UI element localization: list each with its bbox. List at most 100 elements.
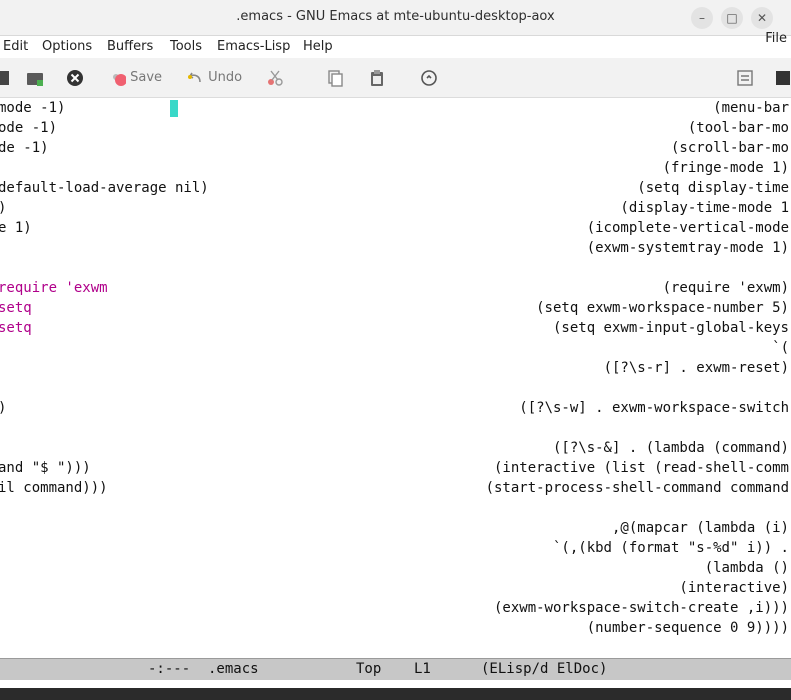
code-line-left: )	[0, 400, 6, 416]
code-line-right: ([?\s-w] . exwm-workspace-switch	[519, 400, 789, 416]
code-line-right: ,@(mapcar (lambda (i)	[611, 520, 789, 536]
search-button[interactable]	[420, 67, 438, 89]
open-file-button[interactable]	[26, 67, 44, 89]
code-line-right: (setq exwm-workspace-number 5)	[536, 300, 789, 316]
maximize-button[interactable]: □	[721, 7, 743, 29]
copy-button[interactable]	[326, 67, 344, 89]
close-buffer-button[interactable]	[66, 67, 84, 89]
help-button[interactable]	[774, 67, 791, 89]
new-file-icon	[0, 70, 9, 85]
scissors-icon	[268, 70, 283, 86]
code-line: `(,(kbd (format "s-%d" i)) .	[0, 540, 791, 560]
buffer-status: -:---	[148, 661, 191, 677]
save-icon	[113, 73, 126, 86]
menu-edit[interactable]: Edit	[3, 39, 28, 54]
code-line: ([?\s-r] . exwm-reset)	[0, 360, 791, 380]
undo-label: Undo	[208, 70, 243, 85]
code-line-left: mode -1)	[0, 100, 66, 116]
code-line: require 'exwm (require 'exwm)	[0, 280, 791, 300]
minimize-button[interactable]: –	[691, 7, 713, 29]
help-icon	[776, 70, 790, 85]
code-line: ) (display-time-mode 1	[0, 200, 791, 220]
copy-icon	[328, 69, 343, 87]
code-line-right: (exwm-workspace-switch-create ,i)))	[493, 600, 789, 616]
major-mode[interactable]: (ELisp/d ElDoc)	[481, 661, 607, 677]
code-line: default-load-average nil) (setq display-t…	[0, 180, 791, 200]
search-icon	[421, 69, 437, 86]
code-line-left: setq	[0, 300, 32, 316]
undo-icon	[187, 72, 201, 82]
buffer-position: Top	[356, 661, 382, 677]
code-line: ) ([?\s-w] . exwm-workspace-switch	[0, 400, 791, 420]
code-line-right: (interactive (list (read-shell-comm	[493, 460, 789, 476]
menu-buffers[interactable]: Buffers	[107, 39, 153, 54]
code-line-right: (lambda ()	[704, 560, 789, 576]
code-line-right: (number-sequence 0 9))))	[586, 620, 789, 636]
code-line-right: (setq display-time	[637, 180, 789, 196]
menu-file[interactable]: File	[765, 31, 787, 46]
code-line: and "$ "))) (interactive (list (read-shel…	[0, 460, 791, 480]
code-line-right: (exwm-systemtray-mode 1)	[586, 240, 789, 256]
code-line: setq (setq exwm-input-global-keys	[0, 320, 791, 340]
code-line: (lambda ()	[0, 560, 791, 580]
code-line: de -1) (scroll-bar-mo	[0, 140, 791, 160]
code-line-right: (require 'exwm)	[662, 280, 789, 296]
code-line: (interactive)	[0, 580, 791, 600]
code-line: ,@(mapcar (lambda (i)	[0, 520, 791, 540]
code-line-left: default-load-average nil)	[0, 180, 209, 196]
new-file-button[interactable]	[0, 67, 12, 89]
code-line-right: (scroll-bar-mo	[670, 140, 789, 156]
preferences-icon	[737, 69, 753, 86]
code-line: (number-sequence 0 9))))	[0, 620, 791, 640]
code-line-right: (fringe-mode 1)	[662, 160, 789, 176]
window-title: .emacs - GNU Emacs at mte-ubuntu-desktop…	[236, 9, 555, 24]
code-line-right: ([?\s-r] . exwm-reset)	[603, 360, 789, 376]
code-line: (fringe-mode 1)	[0, 160, 791, 180]
code-line-left: require 'exwm	[0, 280, 108, 296]
code-line-left: ode -1)	[0, 120, 58, 136]
clipboard-icon	[371, 69, 383, 86]
code-line: (exwm-workspace-switch-create ,i)))	[0, 600, 791, 620]
buffer-name[interactable]: .emacs	[208, 661, 259, 677]
close-circle-icon	[67, 69, 83, 86]
code-line-left: setq	[0, 320, 32, 336]
code-line-right: `(	[772, 340, 789, 356]
menu-options[interactable]: Options	[42, 39, 92, 54]
save-label: Save	[130, 70, 163, 85]
code-line-right: (icomplete-vertical-mode	[586, 220, 789, 236]
mode-line: -:--- .emacs Top L1 (ELisp/d ElDoc)	[0, 658, 791, 680]
code-line: il command))) (start-process-shell-comman…	[0, 480, 791, 500]
menu-help[interactable]: Help	[303, 39, 333, 54]
code-line-right: (menu-bar	[713, 100, 789, 116]
save-button[interactable]: Save	[108, 67, 162, 89]
close-button[interactable]: ✕	[751, 7, 773, 29]
code-line-right: (start-process-shell-command command	[485, 480, 789, 496]
code-line-left: de -1)	[0, 140, 49, 156]
code-line-left: and "$ ")))	[0, 460, 91, 476]
menu-emacs-lisp[interactable]: Emacs-Lisp	[217, 39, 290, 54]
code-line: ode -1) (tool-bar-mo	[0, 120, 791, 140]
code-line-right: (tool-bar-mo	[687, 120, 789, 136]
menu-tools[interactable]: Tools	[170, 39, 202, 54]
code-line-right: (setq exwm-input-global-keys	[552, 320, 789, 336]
line-number: L1	[414, 661, 431, 677]
taskbar	[0, 688, 791, 700]
preferences-button[interactable]	[736, 67, 754, 89]
code-line: `(	[0, 340, 791, 360]
code-line-left: il command)))	[0, 480, 108, 496]
undo-button[interactable]: Undo	[186, 67, 242, 89]
code-line-right: (display-time-mode 1	[620, 200, 789, 216]
cut-button[interactable]	[266, 67, 284, 89]
folder-icon	[27, 72, 43, 86]
tool-bar: Save Undo	[0, 58, 791, 98]
code-line: mode -1) (menu-bar	[0, 100, 791, 120]
code-line-left: )	[0, 200, 6, 216]
editor-area[interactable]: mode -1) (menu-bar ode -1) (tool-bar-mo de -…	[0, 98, 791, 658]
code-line: setq (setq exwm-workspace-number 5)	[0, 300, 791, 320]
code-line-right: ([?\s-&] . (lambda (command)	[552, 440, 789, 456]
paste-button[interactable]	[368, 67, 386, 89]
